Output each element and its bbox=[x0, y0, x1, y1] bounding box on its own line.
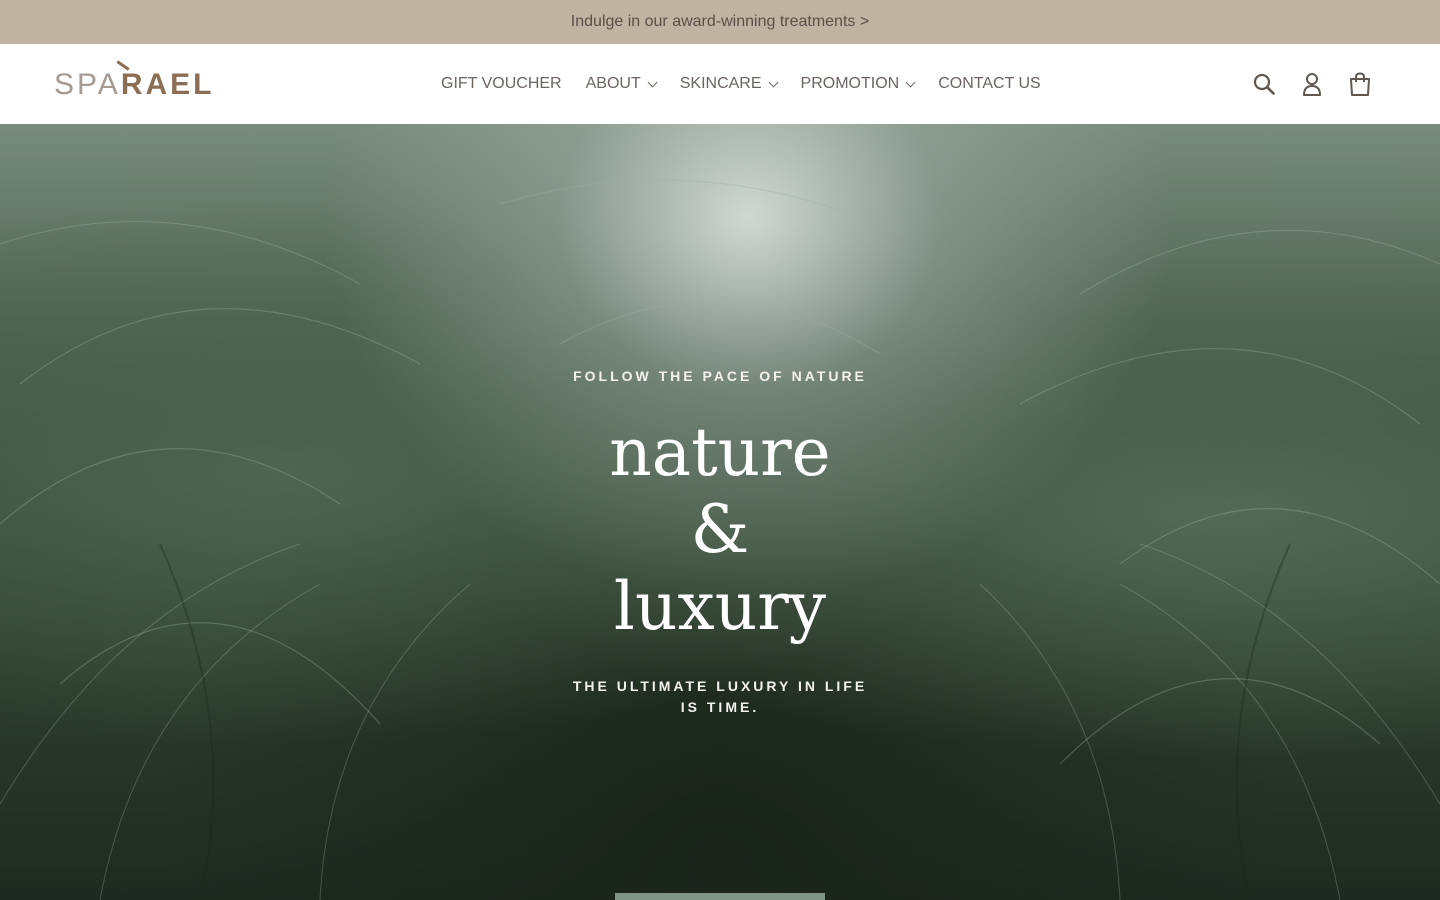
site-header: SPA RAEL GIFT VOUCHER ABOUT SKINCARE PROM… bbox=[0, 44, 1440, 124]
hero-headline-line: luxury bbox=[613, 568, 827, 645]
chevron-down-icon bbox=[768, 77, 778, 87]
announcement-text[interactable]: Indulge in our award-winning treatments … bbox=[571, 13, 869, 31]
nav-contact-us[interactable]: CONTACT US bbox=[938, 75, 1041, 93]
chevron-down-icon bbox=[905, 77, 916, 87]
hero-headline-line: & bbox=[690, 491, 750, 568]
nav-label: PROMOTION bbox=[800, 75, 900, 92]
cart-icon[interactable] bbox=[1348, 68, 1372, 100]
hero-cta-button[interactable] bbox=[615, 893, 825, 900]
search-icon[interactable] bbox=[1252, 68, 1276, 100]
chevron-down-icon bbox=[647, 77, 658, 87]
announcement-bar[interactable]: Indulge in our award-winning treatments … bbox=[0, 0, 1440, 44]
nav-label: SKINCARE bbox=[679, 75, 762, 92]
logo-part-spa: SPA bbox=[54, 68, 121, 101]
nav-label: GIFT VOUCHER bbox=[441, 75, 562, 92]
nav-promotion[interactable]: PROMOTION bbox=[800, 75, 916, 93]
nav-label: CONTACT US bbox=[938, 75, 1041, 92]
nav-skincare[interactable]: SKINCARE bbox=[679, 75, 778, 93]
hero-headline-line: nature bbox=[609, 414, 831, 491]
nav-about[interactable]: ABOUT bbox=[585, 75, 658, 93]
hero-subheading-line: IS TIME. bbox=[680, 699, 760, 715]
main-nav: GIFT VOUCHER ABOUT SKINCARE PROMOTION CO… bbox=[441, 44, 1041, 124]
hero-eyebrow: FOLLOW THE PACE OF NATURE bbox=[573, 368, 867, 384]
nav-gift-voucher[interactable]: GIFT VOUCHER bbox=[441, 75, 562, 93]
hero-headline: nature & luxury bbox=[0, 414, 1440, 645]
nav-label: ABOUT bbox=[585, 75, 641, 92]
header-icons bbox=[1252, 68, 1372, 100]
site-logo[interactable]: SPA RAEL bbox=[54, 60, 215, 101]
hero-subheading: THE ULTIMATE LUXURY IN LIFE IS TIME. bbox=[520, 676, 920, 718]
hero-content: FOLLOW THE PACE OF NATURE nature & luxur… bbox=[0, 124, 1440, 900]
account-icon[interactable] bbox=[1300, 68, 1324, 100]
hero-subheading-line: THE ULTIMATE LUXURY IN LIFE bbox=[572, 678, 868, 694]
logo-part-rael: RAEL bbox=[120, 68, 215, 101]
hero-banner: FOLLOW THE PACE OF NATURE nature & luxur… bbox=[0, 124, 1440, 900]
